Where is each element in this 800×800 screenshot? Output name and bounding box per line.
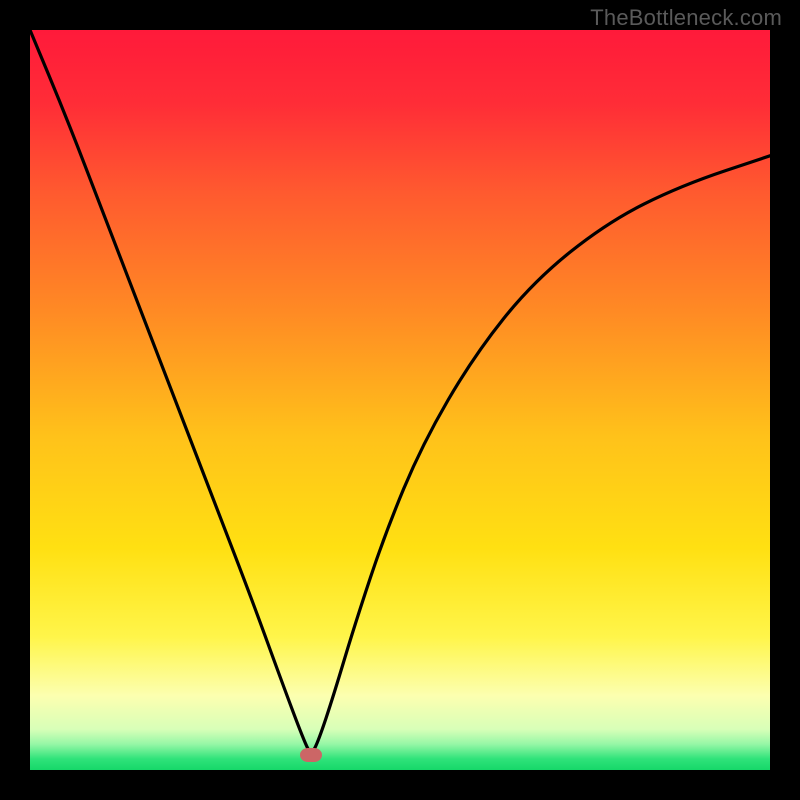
bottleneck-curve [30,30,770,752]
attribution-text: TheBottleneck.com [590,5,782,31]
plot-area [30,30,770,770]
curve-layer [30,30,770,770]
optimal-point-marker [300,748,322,762]
chart-frame: TheBottleneck.com [0,0,800,800]
